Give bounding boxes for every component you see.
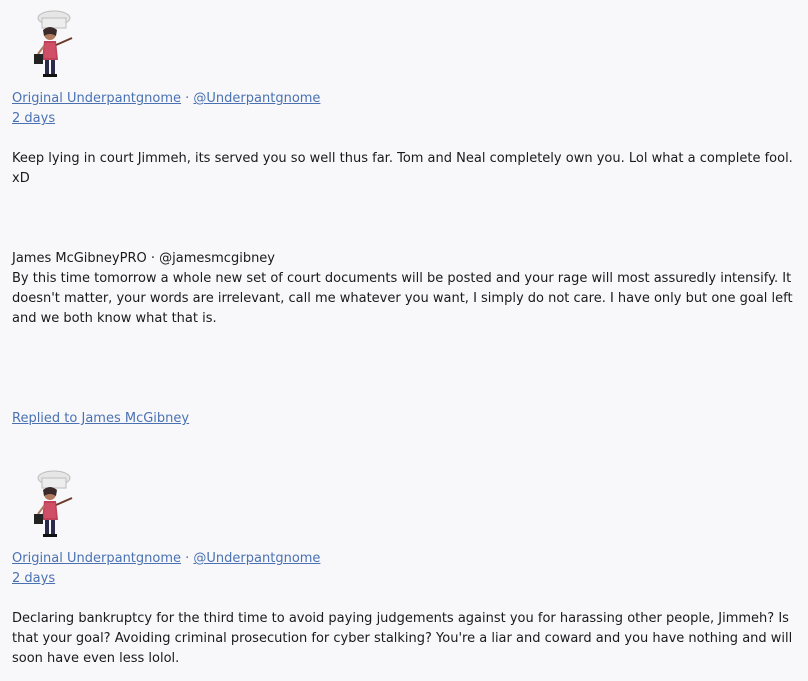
reply-context: Replied to James McGibney	[12, 409, 189, 429]
gnome-avatar-icon	[34, 10, 73, 77]
post-body: Keep lying in court Jimmeh, its served y…	[12, 151, 793, 186]
header-separator: ·	[181, 551, 194, 566]
quoted-header: James McGibneyPRO · @jamesmcgibney	[12, 249, 275, 269]
quoted-separator: ·	[146, 251, 160, 266]
user-avatar[interactable]	[16, 10, 84, 82]
gnome-avatar-icon	[34, 470, 73, 537]
author-name-link[interactable]: Original Underpantgnome	[12, 91, 181, 106]
user-avatar[interactable]	[16, 470, 84, 542]
quoted-body: By this time tomorrow a whole new set of…	[12, 271, 793, 326]
post-time-link[interactable]: 2 days	[12, 111, 55, 126]
replied-to-link[interactable]: Replied to James McGibney	[12, 411, 189, 426]
post-body: Declaring bankruptcy for the third time …	[12, 611, 793, 666]
quoted-author-name: James McGibneyPRO	[12, 251, 147, 266]
header-separator: ·	[181, 91, 194, 106]
post-time: 2 days	[12, 569, 55, 589]
post-header: Original Underpantgnome · @Underpantgnom…	[12, 89, 320, 109]
author-handle-link[interactable]: @Underpantgnome	[193, 551, 320, 566]
author-name-link[interactable]: Original Underpantgnome	[12, 551, 181, 566]
author-handle-link[interactable]: @Underpantgnome	[193, 91, 320, 106]
post-time-link[interactable]: 2 days	[12, 571, 55, 586]
post-time: 2 days	[12, 109, 55, 129]
post-header: Original Underpantgnome · @Underpantgnom…	[12, 549, 320, 569]
quoted-author-handle: @jamesmcgibney	[159, 251, 275, 266]
